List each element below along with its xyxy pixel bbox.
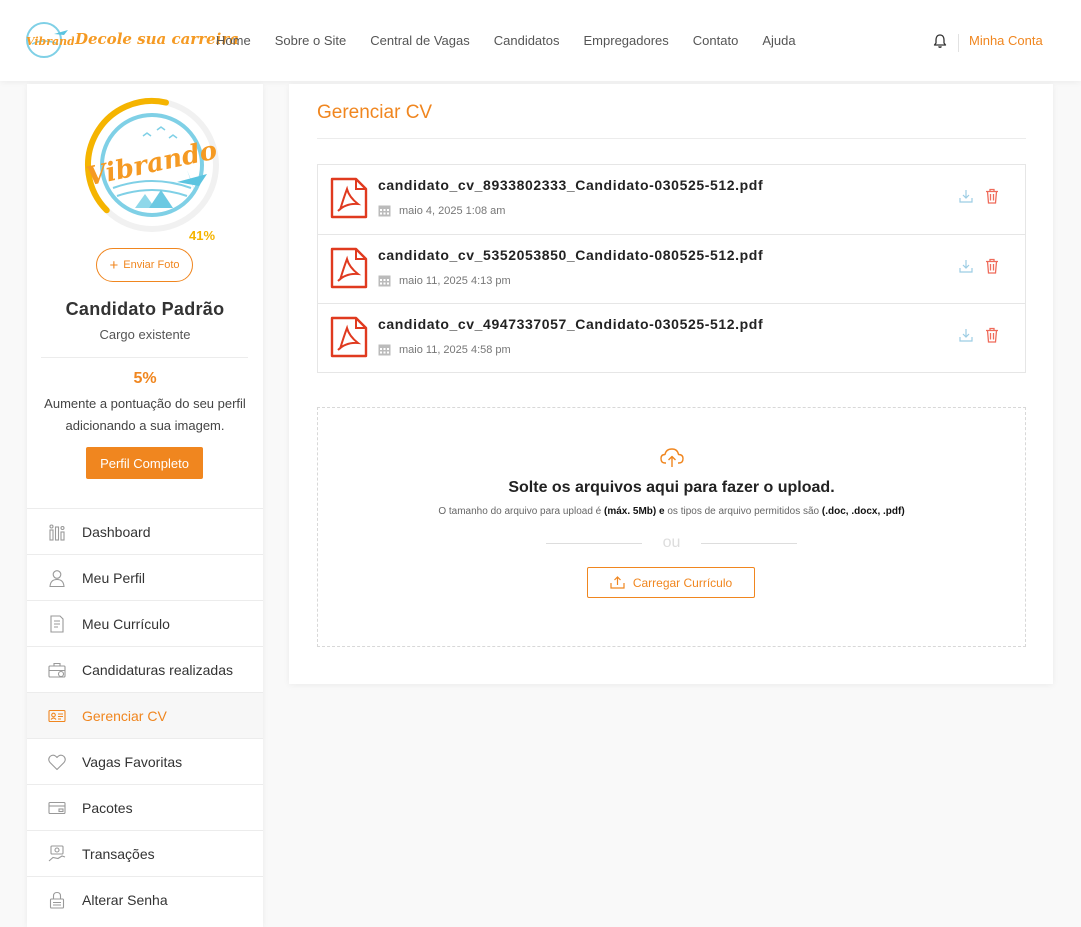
sidebar-item-dashboard[interactable]: Dashboard xyxy=(27,508,263,554)
main-nav: Home Sobre o Site Central de Vagas Candi… xyxy=(216,33,820,48)
candidate-role: Cargo existente xyxy=(99,327,191,342)
cloud-upload-icon xyxy=(660,448,684,467)
cv-file-name[interactable]: candidato_cv_5352053850_Candidato-080525… xyxy=(378,247,763,263)
resume-icon xyxy=(50,614,64,633)
dashboard-icon xyxy=(49,523,65,541)
sidebar-menu: Dashboard Meu Perfil Meu Currículo Candi… xyxy=(27,508,263,922)
upload-photo-button[interactable]: + Enviar Foto xyxy=(96,248,193,282)
complete-profile-button[interactable]: Perfil Completo xyxy=(86,447,203,479)
logo-tagline: Decole sua carreira xyxy=(75,30,239,48)
sidebar-item-gerenciar-cv[interactable]: Gerenciar CV xyxy=(27,692,263,738)
upload-resume-button[interactable]: Carregar Currículo xyxy=(587,567,755,598)
bell-icon[interactable] xyxy=(932,33,948,49)
heart-icon xyxy=(48,754,66,770)
cv-file-row: candidato_cv_8933802333_Candidato-030525… xyxy=(318,165,1025,234)
sidebar-item-candidaturas[interactable]: Candidaturas realizadas xyxy=(27,646,263,692)
package-icon xyxy=(48,801,66,814)
cv-file-row: candidato_cv_5352053850_Candidato-080525… xyxy=(318,234,1025,303)
cv-file-date: maio 11, 2025 4:13 pm xyxy=(399,275,511,287)
page-title: Gerenciar CV xyxy=(317,102,433,123)
nav-candidatos[interactable]: Candidatos xyxy=(494,33,560,48)
sidebar-item-pacotes[interactable]: Pacotes xyxy=(27,784,263,830)
my-account-link[interactable]: Minha Conta xyxy=(969,33,1043,48)
upload-max-size: (máx. 5Mb) e xyxy=(604,506,665,517)
nav-contato[interactable]: Contato xyxy=(693,33,739,48)
upload-title: Solte os arquivos aqui para fazer o uplo… xyxy=(508,479,835,496)
calendar-icon xyxy=(378,275,391,287)
cv-file-list: candidato_cv_8933802333_Candidato-030525… xyxy=(317,164,1026,373)
download-icon[interactable] xyxy=(959,189,973,203)
sidebar-item-label: Alterar Senha xyxy=(82,891,168,908)
title-divider xyxy=(317,138,1026,139)
plus-icon: + xyxy=(109,256,119,274)
or-separator: ou xyxy=(662,534,681,551)
or-divider-left xyxy=(546,543,642,544)
trash-icon[interactable] xyxy=(985,327,999,343)
logo-emblem-icon: Vibrando xyxy=(26,22,74,58)
logo-brand-text: Vibrando xyxy=(26,35,74,48)
sidebar-item-label: Vagas Favoritas xyxy=(82,753,183,770)
upload-icon xyxy=(610,576,625,589)
nav-empregadores[interactable]: Empregadores xyxy=(584,33,669,48)
briefcase-icon xyxy=(48,662,66,678)
id-card-icon xyxy=(48,709,66,722)
upload-subtitle: O tamanho do arquivo para upload é (máx.… xyxy=(318,506,1025,517)
sidebar-item-vagas-favoritas[interactable]: Vagas Favoritas xyxy=(27,738,263,784)
sidebar-item-label: Meu Currículo xyxy=(82,615,170,632)
nav-ajuda[interactable]: Ajuda xyxy=(762,33,795,48)
cv-file-name[interactable]: candidato_cv_8933802333_Candidato-030525… xyxy=(378,177,763,193)
sidebar-item-label: Meu Perfil xyxy=(82,569,146,586)
sidebar-item-label: Transações xyxy=(82,845,155,862)
cv-upload-dropzone[interactable]: Solte os arquivos aqui para fazer o uplo… xyxy=(317,407,1026,647)
upload-types-prefix: os tipos de arquivo permitidos são xyxy=(664,506,822,517)
trash-icon[interactable] xyxy=(985,258,999,274)
sidebar-item-label: Dashboard xyxy=(82,523,151,540)
cv-file-name[interactable]: candidato_cv_4947337057_Candidato-030525… xyxy=(378,316,763,332)
trash-icon[interactable] xyxy=(985,188,999,204)
user-icon xyxy=(49,569,65,587)
sidebar-item-label: Candidaturas realizadas xyxy=(82,661,233,678)
candidate-name: Candidato Padrão xyxy=(65,299,225,319)
top-header: Vibrando Decole sua carreira Home Sobre … xyxy=(0,0,1081,81)
sidebar-divider xyxy=(41,357,248,358)
sidebar-item-transacoes[interactable]: Transações xyxy=(27,830,263,876)
profile-score-hint: Aumente a pontuação do seu perfil adicio… xyxy=(44,396,246,433)
upload-allowed-types: (.doc, .docx, .pdf) xyxy=(821,506,905,517)
calendar-icon xyxy=(378,205,391,217)
nav-sobre[interactable]: Sobre o Site xyxy=(275,33,347,48)
upload-photo-label: Enviar Foto xyxy=(123,259,180,271)
upload-resume-label: Carregar Currículo xyxy=(632,575,733,590)
calendar-icon xyxy=(378,344,391,356)
nav-home[interactable]: Home xyxy=(216,33,251,48)
transactions-icon xyxy=(48,844,66,861)
download-icon[interactable] xyxy=(959,328,973,342)
sidebar-item-alterar-senha[interactable]: Alterar Senha xyxy=(27,876,263,922)
sidebar-item-label: Pacotes xyxy=(82,799,133,816)
upload-size-prefix: O tamanho do arquivo para upload é xyxy=(438,506,604,517)
sidebar-item-label: Gerenciar CV xyxy=(82,707,167,724)
sidebar-item-meu-curriculo[interactable]: Meu Currículo xyxy=(27,600,263,646)
profile-sidebar: Vibrando 41% + Enviar Foto Candidato Pad… xyxy=(27,84,263,927)
nav-central-vagas[interactable]: Central de Vagas xyxy=(370,33,470,48)
or-divider-right xyxy=(701,543,797,544)
profile-completion-percent: 41% xyxy=(189,228,216,243)
pdf-file-icon xyxy=(330,316,368,358)
cv-file-date: maio 11, 2025 4:58 pm xyxy=(399,344,511,356)
site-logo[interactable]: Vibrando Decole sua carreira xyxy=(24,20,239,60)
download-icon[interactable] xyxy=(959,259,973,273)
header-divider xyxy=(958,34,959,52)
pdf-file-icon xyxy=(330,247,368,289)
cv-file-date: maio 4, 2025 1:08 am xyxy=(399,205,506,217)
lock-icon xyxy=(49,891,65,909)
sidebar-item-meu-perfil[interactable]: Meu Perfil xyxy=(27,554,263,600)
cv-file-row: candidato_cv_4947337057_Candidato-030525… xyxy=(318,303,1025,372)
profile-score: 5% xyxy=(133,370,157,387)
manage-cv-panel: Gerenciar CV candidato_cv_8933802333_Can… xyxy=(289,84,1053,684)
profile-avatar[interactable]: Vibrando xyxy=(83,96,221,234)
pdf-file-icon xyxy=(330,177,368,219)
